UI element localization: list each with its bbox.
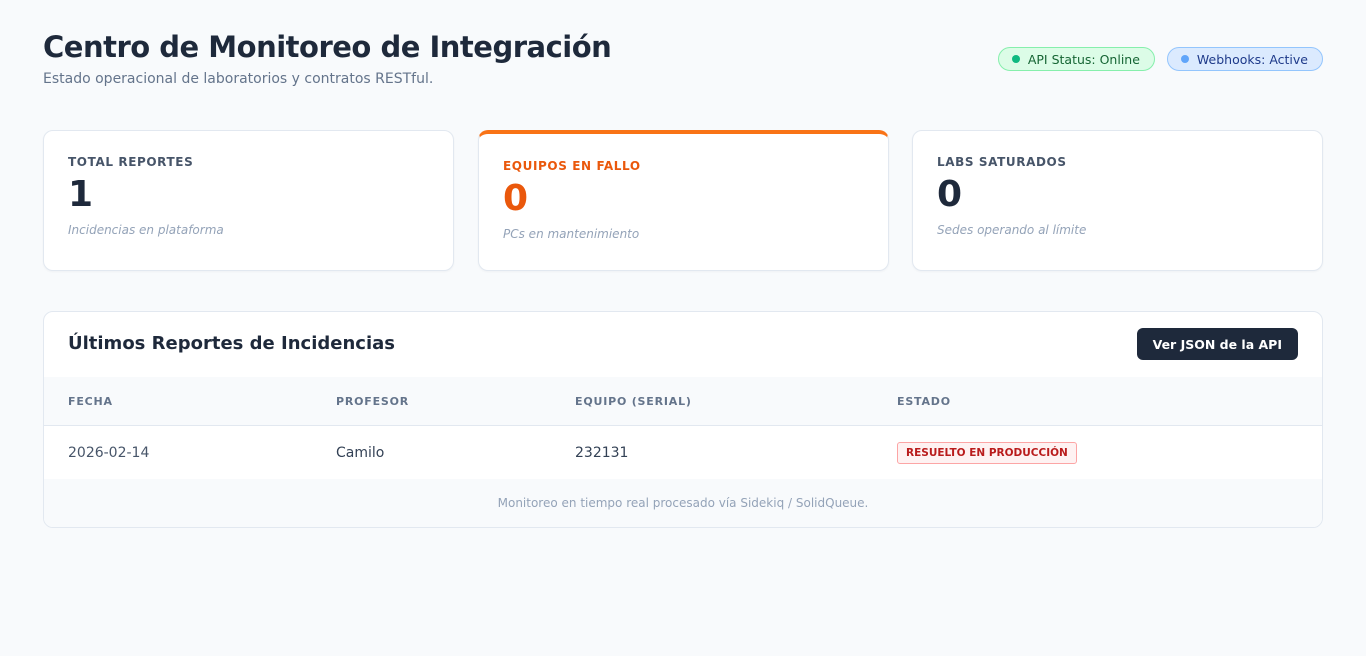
webhooks-status-badge: Webhooks: Active: [1166, 47, 1323, 71]
table-header-row: FECHA PROFESOR EQUIPO (SERIAL) ESTADO: [44, 377, 1322, 426]
api-status-label: API Status: Online: [1027, 51, 1140, 67]
cell-fecha: 2026-02-14: [44, 425, 336, 480]
stat-card-equipos-en-fallo: EQUIPOS EN FALLO 0 PCs en mantenimiento: [478, 130, 889, 271]
reports-panel-header: Últimos Reportes de Incidencias Ver JSON…: [44, 312, 1322, 377]
column-header-profesor[interactable]: PROFESOR: [336, 377, 575, 426]
stat-label: EQUIPOS EN FALLO: [503, 159, 641, 173]
monitoring-dashboard: Centro de Monitoreo de Integración Estad…: [0, 0, 1366, 656]
stat-card-total-reportes: TOTAL REPORTES 1 Incidencias en platafor…: [43, 130, 454, 271]
table-row[interactable]: 2026-02-14 Camilo 232131 RESUELTO EN PRO…: [44, 425, 1322, 480]
page-subtitle: Estado operacional de laboratorios y con…: [43, 71, 434, 87]
webhooks-status-label: Webhooks: Active: [1196, 51, 1308, 67]
status-badge: RESUELTO EN PRODUCCIÓN: [897, 441, 1077, 464]
api-status-badge: API Status: Online: [997, 47, 1155, 71]
column-header-equipo[interactable]: EQUIPO (SERIAL): [575, 377, 897, 426]
reports-title: Últimos Reportes de Incidencias: [68, 333, 395, 354]
reports-panel: Últimos Reportes de Incidencias Ver JSON…: [43, 311, 1323, 528]
stats-row: TOTAL REPORTES 1 Incidencias en platafor…: [43, 130, 1323, 271]
stat-card-labs-saturados: LABS SATURADOS 0 Sedes operando al límit…: [912, 130, 1323, 271]
cell-estado: RESUELTO EN PRODUCCIÓN: [897, 425, 1322, 480]
stat-value: 0: [937, 174, 963, 215]
stat-label: LABS SATURADOS: [937, 155, 1067, 169]
stat-note: Sedes operando al límite: [937, 223, 1087, 237]
online-dot-icon: [1011, 55, 1020, 63]
column-header-estado[interactable]: ESTADO: [897, 377, 1322, 426]
stat-note: PCs en mantenimiento: [503, 227, 640, 241]
reports-footer: Monitoreo en tiempo real procesado vía S…: [44, 479, 1322, 527]
stat-label: TOTAL REPORTES: [68, 155, 194, 169]
active-dot-icon: [1180, 55, 1189, 63]
column-header-fecha[interactable]: FECHA: [44, 377, 336, 426]
page-header: Centro de Monitoreo de Integración Estad…: [43, 28, 1323, 92]
cell-equipo: 232131: [575, 425, 897, 480]
cell-profesor: Camilo: [336, 425, 575, 480]
stat-value: 0: [503, 178, 529, 219]
stat-note: Incidencias en plataforma: [68, 223, 224, 237]
stat-value: 1: [68, 174, 94, 215]
reports-table: FECHA PROFESOR EQUIPO (SERIAL) ESTADO 20…: [44, 377, 1322, 480]
status-badges: API Status: Online Webhooks: Active: [997, 47, 1323, 71]
view-api-json-button[interactable]: Ver JSON de la API: [1136, 328, 1298, 360]
page-title: Centro de Monitoreo de Integración: [43, 30, 612, 64]
